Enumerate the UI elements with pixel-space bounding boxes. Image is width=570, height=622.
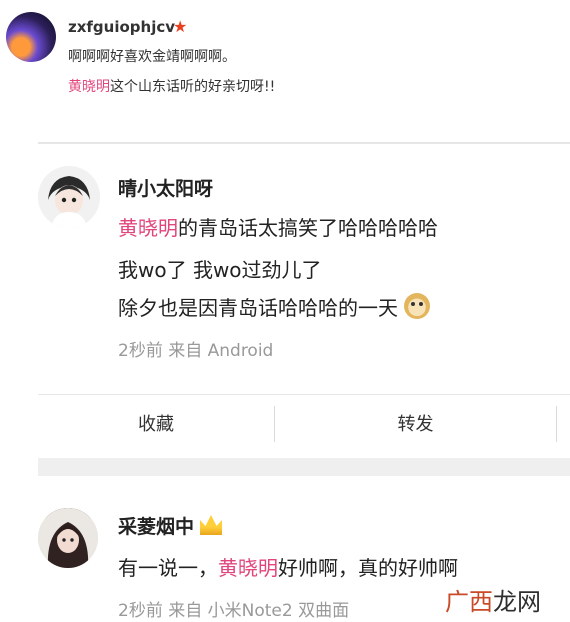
timestamp-source: 2秒前 来自 小米Note2 双曲面 <box>118 601 350 621</box>
section-separator <box>38 458 570 476</box>
comment-text: 黄晓明的青岛话太搞笑了哈哈哈哈哈 <box>118 212 438 241</box>
watermark-part2: 龙网 <box>493 588 541 616</box>
comment-text: 有一说一，黄晓明好帅啊，真的好帅啊 <box>118 552 458 581</box>
user-mention-link[interactable]: 黄晓明 <box>68 79 110 95</box>
comment-text-rest: 的青岛话太搞笑了哈哈哈哈哈 <box>178 216 438 240</box>
comment-text: 啊啊啊好喜欢金靖啊啊啊。 <box>68 49 236 65</box>
username: 采菱烟中 <box>118 512 223 539</box>
user-mention-link[interactable]: 黄晓明 <box>218 556 278 580</box>
divider <box>556 406 557 442</box>
avatar[interactable] <box>38 166 100 228</box>
comment-text-rest: 除夕也是因青岛话哈哈哈的一天 <box>118 296 398 320</box>
doge-emoji-icon <box>404 293 430 319</box>
avatar[interactable] <box>38 508 98 568</box>
forward-button[interactable]: 转发 <box>275 410 556 436</box>
red-star-badge-icon: ★ <box>173 17 188 36</box>
divider <box>38 394 570 395</box>
gold-crown-icon <box>200 515 223 535</box>
timestamp-source: 2秒前 来自 Android <box>118 341 274 361</box>
username[interactable]: 晴小太阳呀 <box>118 174 213 201</box>
collect-button[interactable]: 收藏 <box>38 410 274 436</box>
comment-text: 除夕也是因青岛话哈哈哈的一天 <box>118 292 430 321</box>
avatar[interactable] <box>6 12 56 62</box>
comment-text-prefix: 有一说一， <box>118 556 218 580</box>
comment-text-rest: 好帅啊，真的好帅啊 <box>278 556 458 580</box>
username-link[interactable]: 采菱烟中 <box>118 516 194 538</box>
watermark-logo: 广西龙网 <box>445 582 541 617</box>
comment-text: 我wo了 我wo过劲儿了 <box>118 258 322 282</box>
comment-text-rest: 这个山东话听的好亲切呀!! <box>110 79 276 95</box>
username[interactable]: zxfguiophjcv <box>68 18 175 36</box>
watermark-part1: 广西 <box>445 588 493 616</box>
user-mention-link[interactable]: 黄晓明 <box>118 216 178 240</box>
comment-text: 黄晓明这个山东话听的好亲切呀!! <box>68 76 275 96</box>
